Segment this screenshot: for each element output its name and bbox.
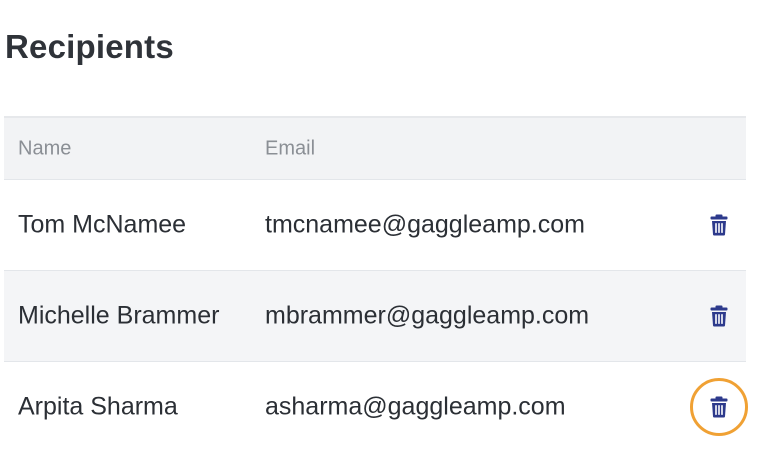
recipient-email: asharma@gaggleamp.com (265, 392, 566, 421)
trash-icon (710, 305, 728, 327)
column-header-name: Name (18, 137, 72, 159)
recipient-email: mbrammer@gaggleamp.com (265, 301, 590, 330)
table-row: Michelle Brammer mbrammer@gaggleamp.com (4, 270, 746, 361)
table-row: Tom McNamee tmcnamee@gaggleamp.com (4, 179, 746, 270)
table-row: Arpita Sharma asharma@gaggleamp.com (4, 361, 748, 450)
recipients-page: Recipients Name Email Tom McNamee tmcnam… (0, 0, 765, 450)
delete-recipient-button[interactable] (707, 303, 731, 329)
trash-icon (710, 396, 728, 418)
recipient-name: Tom McNamee (18, 210, 187, 239)
delete-recipient-button-highlighted[interactable] (690, 378, 748, 436)
table-header: Name Email (4, 116, 746, 179)
trash-icon (710, 214, 728, 236)
recipient-name: Michelle Brammer (18, 301, 220, 330)
recipients-table: Name Email Tom McNamee tmcnamee@gaggleam… (4, 116, 748, 450)
recipient-name: Arpita Sharma (18, 392, 178, 421)
column-header-email: Email (265, 137, 316, 159)
recipient-email: tmcnamee@gaggleamp.com (265, 210, 585, 239)
page-title: Recipients (5, 28, 174, 65)
delete-recipient-button[interactable] (707, 212, 731, 238)
